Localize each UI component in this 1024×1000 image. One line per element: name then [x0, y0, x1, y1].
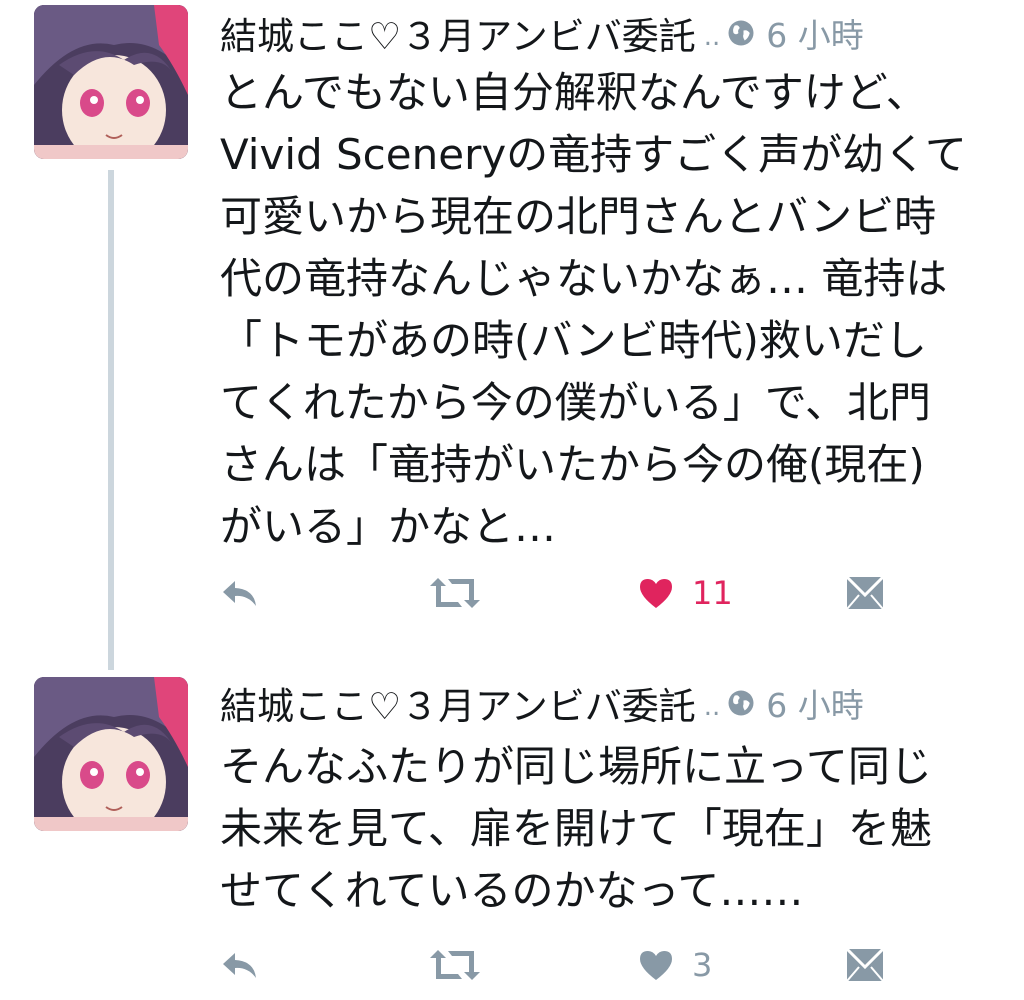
tweet-actions: 11 — [220, 568, 1000, 618]
like-count: 11 — [692, 574, 733, 612]
truncation-ellipsis: .. — [703, 22, 721, 52]
direct-message-icon — [845, 575, 885, 610]
heart-icon — [640, 579, 672, 608]
truncation-ellipsis: .. — [703, 692, 721, 722]
retweet-icon — [430, 578, 480, 608]
globe-icon — [728, 20, 754, 46]
retweet-icon — [430, 950, 480, 980]
heart-icon — [640, 951, 672, 980]
tweet-actions: 3 — [220, 940, 1000, 990]
tweet-text: とんでもない自分解釈なんですけど、 Vivid Sceneryの竜持すごく声が幼… — [220, 68, 967, 551]
direct-message-button[interactable] — [845, 568, 885, 618]
globe-icon — [728, 690, 754, 716]
like-button[interactable]: 11 — [638, 568, 733, 618]
timestamp[interactable]: 6 小時 — [766, 9, 864, 57]
tweet-header: 結城ここ♡３月アンビバ委託 .. 6 小時 — [220, 678, 864, 728]
reply-icon — [223, 581, 256, 606]
tweet-text: そんなふたりが同じ場所に立って同じ 未来を見て、扉を開けて「現在」を魅 せてくれ… — [220, 742, 932, 915]
reply-button[interactable] — [220, 940, 260, 990]
tweet-header: 結城ここ♡３月アンビバ委託 .. 6 小時 — [220, 8, 864, 58]
thread-line — [108, 170, 114, 670]
timestamp[interactable]: 6 小時 — [766, 679, 864, 727]
retweet-button[interactable] — [428, 940, 482, 990]
reply-icon — [223, 953, 256, 978]
reply-button[interactable] — [220, 568, 260, 618]
avatar[interactable] — [34, 677, 188, 831]
retweet-button[interactable] — [428, 568, 482, 618]
like-count: 3 — [692, 946, 713, 984]
direct-message-button[interactable] — [845, 940, 885, 990]
like-button[interactable]: 3 — [638, 940, 712, 990]
author-name[interactable]: 結城ここ♡３月アンビバ委託 — [220, 676, 696, 730]
direct-message-icon — [845, 947, 885, 982]
avatar[interactable] — [34, 5, 188, 159]
author-name[interactable]: 結城ここ♡３月アンビバ委託 — [220, 6, 696, 60]
